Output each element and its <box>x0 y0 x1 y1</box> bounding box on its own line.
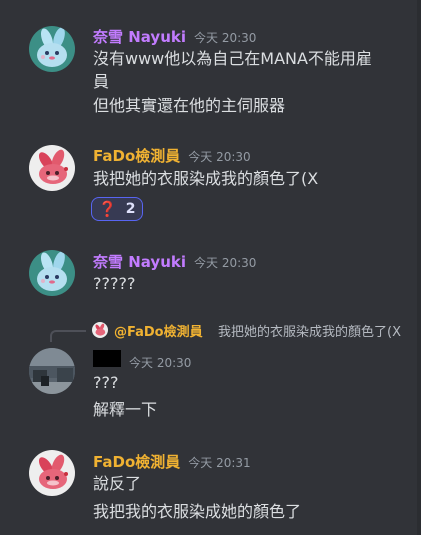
author-name[interactable]: FaDo檢測員 <box>93 145 180 166</box>
message-text: 但他其實還在他的主伺服器 <box>93 96 286 115</box>
message-header: 奈雪 Nayuki 今天 20:30 <box>93 26 256 47</box>
reaction-button[interactable]: ❓ 2 <box>91 197 143 221</box>
scrollbar-track[interactable] <box>417 0 421 535</box>
reply-mention[interactable]: @FaDo檢測員 <box>114 321 203 340</box>
message-text: 我把她的衣服染成我的顏色了(X <box>93 169 319 188</box>
message-text: ??? <box>93 373 119 392</box>
timestamp: 今天 20:30 <box>188 150 251 164</box>
timestamp: 今天 20:30 <box>194 256 257 270</box>
blue-bunny-avatar <box>29 26 75 72</box>
author-name[interactable]: FaDo檢測員 <box>93 451 180 472</box>
question-mark-icon: ❓ <box>98 199 117 218</box>
author-name[interactable]: 奈雪 Nayuki <box>93 251 186 272</box>
timestamp: 今天 20:30 <box>194 31 257 45</box>
red-bunny-avatar <box>29 450 75 496</box>
red-bunny-avatar <box>29 145 75 191</box>
avatar[interactable] <box>29 450 75 496</box>
message-text: ????? <box>93 274 136 293</box>
message-header: FaDo檢測員 今天 20:31 <box>93 451 251 472</box>
message-text: 員 <box>93 72 110 91</box>
author-name[interactable]: 奈雪 Nayuki <box>93 26 186 47</box>
blue-bunny-avatar <box>29 250 75 296</box>
photo-avatar <box>29 348 75 394</box>
redacted-author-name <box>93 350 121 367</box>
red-bunny-avatar <box>92 322 108 338</box>
message-header: 今天 20:30 <box>93 350 191 371</box>
reply-spine <box>50 330 86 342</box>
message-header: 奈雪 Nayuki 今天 20:30 <box>93 251 256 272</box>
reply-preview-text[interactable]: 我把她的衣服染成我的顏色了(X <box>218 321 410 340</box>
message-text: 我把我的衣服染成她的顏色了 <box>93 502 302 521</box>
avatar[interactable] <box>29 348 75 394</box>
avatar[interactable] <box>29 145 75 191</box>
reaction-count: 2 <box>125 201 136 217</box>
message-text: 沒有www他以為自己在MANA不能用雇 <box>93 49 372 68</box>
avatar[interactable] <box>29 250 75 296</box>
message-text: 解釋一下 <box>93 400 158 419</box>
message-header: FaDo檢測員 今天 20:30 <box>93 145 251 166</box>
avatar[interactable] <box>29 26 75 72</box>
message-text: 說反了 <box>93 474 142 493</box>
reply-avatar[interactable] <box>92 322 108 338</box>
timestamp: 今天 20:31 <box>188 456 251 470</box>
timestamp: 今天 20:30 <box>129 356 192 370</box>
